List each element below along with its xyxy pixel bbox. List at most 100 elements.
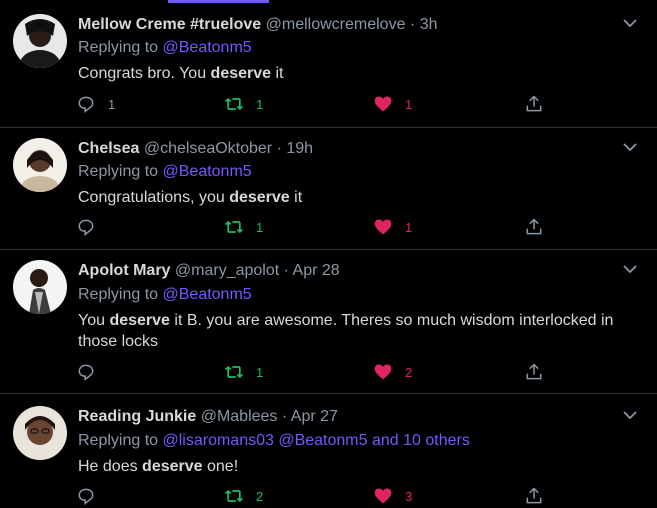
reply-count: 1 (108, 96, 116, 112)
chevron-down-icon[interactable] (622, 263, 638, 275)
avatar[interactable] (13, 138, 67, 192)
handle[interactable]: @Mablees (201, 408, 278, 425)
share-icon (526, 487, 542, 504)
avatar[interactable] (13, 14, 67, 68)
tweet[interactable]: Reading Junkie @Mablees · Apr 27 Replyin… (0, 394, 657, 507)
like-button[interactable]: 1 (373, 92, 412, 116)
share-icon (526, 95, 542, 112)
replying-to-link[interactable]: @Beatonm5 (163, 39, 252, 56)
handle[interactable]: @mellowcremelove (266, 16, 406, 33)
separator: · (279, 262, 293, 279)
replying-to-link[interactable]: @lisaromans03 @Beatonm5 and 10 others (163, 432, 470, 449)
like-button[interactable]: 3 (373, 484, 412, 508)
chevron-down-icon[interactable] (622, 409, 638, 421)
timestamp[interactable]: Apr 28 (293, 262, 340, 279)
chevron-down-icon[interactable] (622, 17, 638, 29)
retweet-button[interactable]: 1 (224, 92, 263, 116)
reply-icon (78, 488, 94, 506)
share-button[interactable] (524, 360, 544, 384)
tweet-actions: 1 1 1 (76, 92, 636, 116)
tweet-text: You deserve it B. you are awesome. There… (78, 310, 638, 352)
retweet-count: 1 (256, 96, 264, 112)
timestamp[interactable]: 19h (286, 140, 313, 157)
tweet-text-part: He does (78, 458, 143, 475)
chevron-down-icon[interactable] (622, 141, 638, 153)
share-icon (526, 363, 542, 380)
like-button[interactable]: 2 (373, 360, 412, 384)
display-name[interactable]: Reading Junkie (78, 408, 196, 425)
tweet-text-part: Congratulations, you (78, 189, 230, 206)
replying-to-link[interactable]: @Beatonm5 (163, 163, 252, 180)
tweet-text-highlight: deserve (142, 458, 203, 475)
tweet[interactable]: Apolot Mary @mary_apolot · Apr 28 Replyi… (0, 250, 657, 394)
retweet-count: 2 (256, 488, 264, 504)
like-count: 1 (405, 219, 413, 235)
tweet-text-part: it (271, 65, 284, 82)
reply-button[interactable] (76, 484, 108, 508)
tweet-header: Mellow Creme #truelove @mellowcremelove … (78, 16, 437, 34)
tweet[interactable]: Chelsea @chelseaOktober · 19h Replying t… (0, 128, 657, 250)
like-count: 2 (405, 364, 413, 380)
heart-icon (374, 96, 392, 112)
avatar[interactable] (13, 260, 67, 314)
replying-to: Replying to @Beatonm5 (78, 39, 252, 57)
handle[interactable]: @chelseaOktober (144, 140, 272, 157)
tweet-header: Apolot Mary @mary_apolot · Apr 28 (78, 262, 340, 280)
retweet-icon (225, 489, 243, 503)
tweet-text: Congratulations, you deserve it (78, 187, 638, 208)
like-count: 1 (405, 96, 413, 112)
tweet-text: Congrats bro. You deserve it (78, 63, 638, 84)
replying-to-link[interactable]: @Beatonm5 (163, 286, 252, 303)
share-button[interactable] (524, 484, 544, 508)
separator: · (277, 408, 291, 425)
separator: · (405, 16, 420, 33)
reply-icon (78, 364, 94, 382)
reply-icon (78, 219, 94, 237)
retweet-icon (225, 97, 243, 111)
share-icon (526, 218, 542, 235)
retweet-icon (225, 365, 243, 379)
retweet-count: 1 (256, 364, 264, 380)
tweet-text-highlight: deserve (229, 189, 290, 206)
replying-prefix: Replying to (78, 163, 163, 180)
share-button[interactable] (524, 215, 544, 239)
replying-prefix: Replying to (78, 432, 163, 449)
tweet-text-highlight: deserve (210, 65, 272, 82)
display-name[interactable]: Apolot Mary (78, 262, 170, 279)
tweet-actions: 2 3 (76, 484, 636, 508)
tweet-actions: 1 2 (76, 360, 636, 384)
reply-button[interactable]: 1 (76, 92, 115, 116)
tweet-text-part: Congrats bro. You (78, 65, 211, 82)
replying-to: Replying to @Beatonm5 (78, 163, 252, 181)
separator: · (272, 140, 287, 157)
tweet-text-highlight: deserve (109, 312, 170, 329)
avatar[interactable] (13, 406, 67, 460)
share-button[interactable] (524, 92, 544, 116)
heart-icon (374, 488, 392, 504)
heart-icon (374, 219, 392, 235)
reply-button[interactable] (76, 215, 108, 239)
retweet-button[interactable]: 1 (224, 215, 263, 239)
tweet-text-part: one! (202, 458, 239, 475)
retweet-count: 1 (256, 219, 264, 235)
reply-button[interactable] (76, 360, 108, 384)
replying-prefix: Replying to (78, 39, 163, 56)
replying-to: Replying to @Beatonm5 (78, 286, 252, 304)
retweet-button[interactable]: 1 (224, 360, 263, 384)
retweet-button[interactable]: 2 (224, 484, 263, 508)
reply-icon (78, 96, 94, 114)
retweet-icon (225, 220, 243, 234)
timestamp[interactable]: 3h (420, 16, 438, 33)
tweet-text: He does deserve one! (78, 456, 638, 477)
replying-prefix: Replying to (78, 286, 163, 303)
handle[interactable]: @mary_apolot (175, 262, 279, 279)
heart-icon (374, 364, 392, 380)
tweet[interactable]: Mellow Creme #truelove @mellowcremelove … (0, 0, 657, 128)
like-count: 3 (405, 488, 413, 504)
timestamp[interactable]: Apr 27 (291, 408, 338, 425)
tweet-text-part: You (78, 312, 110, 329)
display-name[interactable]: Chelsea (78, 140, 139, 157)
display-name[interactable]: Mellow Creme #truelove (78, 16, 261, 33)
tweet-actions: 1 1 (76, 215, 636, 239)
like-button[interactable]: 1 (373, 215, 412, 239)
